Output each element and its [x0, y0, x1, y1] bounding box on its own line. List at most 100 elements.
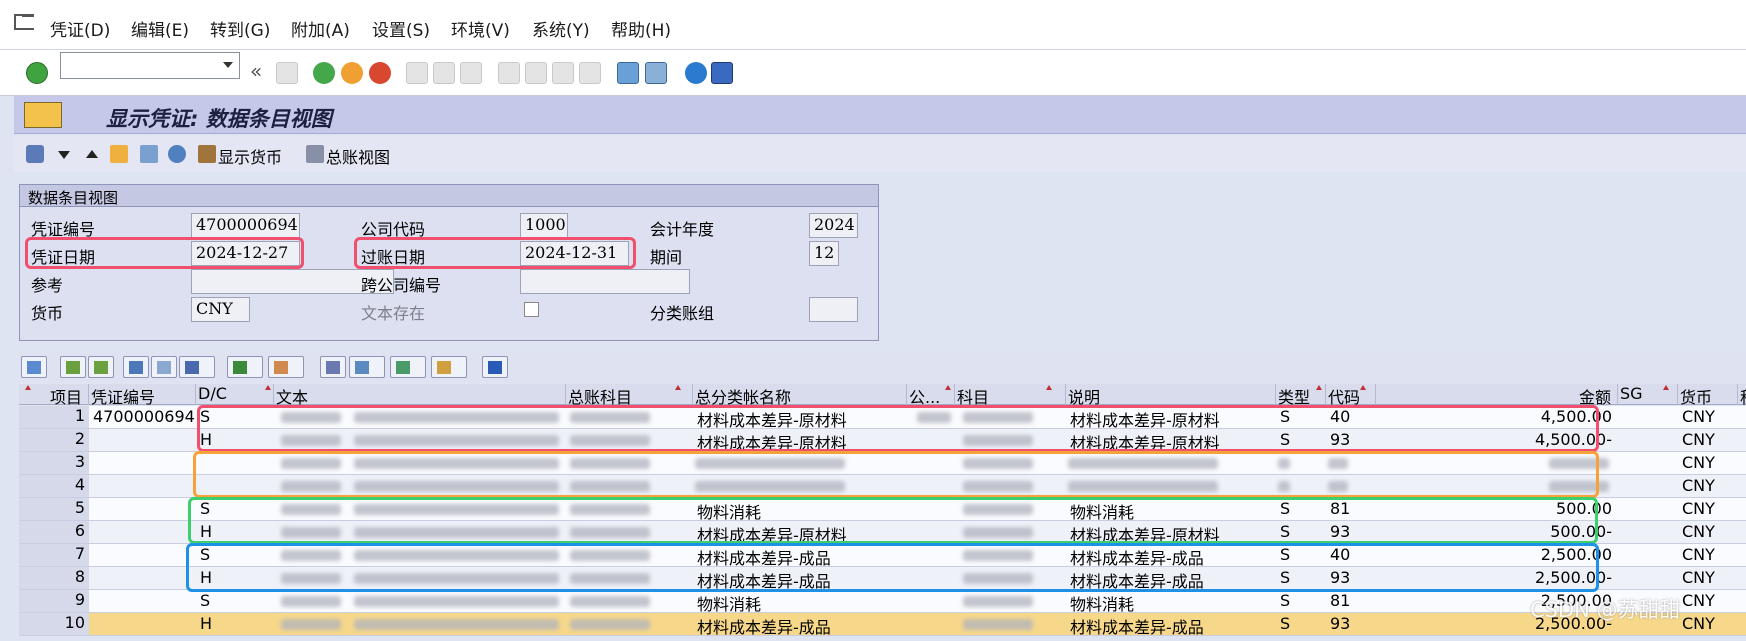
table-row[interactable]: 10 H 材料成本差异-成品 材料成本差异-成品 S 93 2,500.00- CNY: [19, 613, 1746, 636]
cell-dc: H: [200, 568, 213, 587]
fiscal-year-field[interactable]: 2024: [809, 213, 858, 238]
table-row[interactable]: 1 4700000694 S 材料成本差异-原材料 材料成本差异-原材料 S 40 4,500…: [19, 406, 1746, 429]
cross-company-label: 跨公司编号: [361, 276, 442, 295]
print-preview-button[interactable]: [320, 356, 346, 378]
menu-system[interactable]: 系统(Y): [532, 16, 590, 41]
ledger-group-label: 分类账组: [650, 304, 715, 323]
export-button[interactable]: [390, 356, 426, 378]
col-code[interactable]: 代码: [1326, 384, 1376, 405]
doc-date-field[interactable]: 2024-12-27: [191, 241, 300, 266]
table-row[interactable]: 3 CNY: [19, 452, 1746, 475]
cancel-icon[interactable]: [369, 62, 391, 84]
find-next-button[interactable]: [151, 356, 177, 378]
collapse-icon[interactable]: «: [250, 59, 262, 83]
sort-indicator-icon: [265, 385, 271, 390]
document-icon[interactable]: [24, 102, 62, 128]
enter-check-icon[interactable]: [26, 62, 48, 84]
table-row[interactable]: 9 S 物料消耗 物料消耗 S 81 2,500.00 CNY: [19, 590, 1746, 613]
redacted-text: [281, 412, 341, 423]
help-icon[interactable]: [685, 62, 707, 84]
menu-extras[interactable]: 附加(A): [291, 16, 350, 41]
find-button[interactable]: [123, 356, 149, 378]
sort-desc-button[interactable]: [88, 356, 114, 378]
col-text[interactable]: 文本: [274, 384, 566, 405]
save-icon: [276, 62, 298, 84]
back-icon[interactable]: [313, 62, 335, 84]
layout-menu-icon[interactable]: [711, 62, 733, 84]
menu-goto[interactable]: 转到(G): [210, 16, 270, 41]
table-row[interactable]: 7 S 材料成本差异-成品 材料成本差异-成品 S 40 2,500.00 CNY: [19, 544, 1746, 567]
col-gl-name-label: 总分类帐名称: [695, 388, 792, 405]
chevron-down-icon[interactable]: [223, 62, 233, 68]
table-row[interactable]: 6 H 材料成本差异-原材料 材料成本差异-原材料 S 93 500.00- CNY: [19, 521, 1746, 544]
redacted-text: [570, 527, 650, 538]
col-sg[interactable]: SG: [1618, 384, 1678, 405]
layout-button[interactable]: [431, 356, 467, 378]
company-code-label: 公司代码: [361, 220, 426, 239]
redacted-text: [570, 550, 650, 561]
info-button[interactable]: [482, 356, 508, 378]
currency-icon[interactable]: [198, 145, 216, 163]
redacted-text: [1068, 458, 1218, 469]
col-description[interactable]: 说明: [1066, 384, 1276, 405]
gl-view-icon[interactable]: [306, 145, 324, 163]
system-menu-icon[interactable]: [14, 14, 34, 30]
col-gl-name[interactable]: 总分类帐名称: [693, 384, 907, 405]
cell-dc: S: [200, 591, 211, 610]
col-doc-no[interactable]: 凭证编号: [89, 384, 196, 405]
col-currency[interactable]: 货币: [1678, 384, 1738, 405]
copy-icon[interactable]: [110, 145, 128, 163]
period-field[interactable]: 12: [809, 241, 839, 266]
col-dc[interactable]: D/C: [196, 384, 274, 405]
cell-gl_name: 材料成本差异-原材料: [697, 526, 847, 543]
ledger-group-field[interactable]: [809, 297, 858, 322]
redacted-text: [695, 481, 845, 492]
currency-field[interactable]: CNY: [191, 297, 250, 322]
cell-code: 81: [1330, 499, 1351, 518]
filter-button[interactable]: [179, 356, 215, 378]
menu-voucher[interactable]: 凭证(D): [50, 16, 110, 41]
shortcut-icon[interactable]: [645, 62, 667, 84]
col-amount[interactable]: 金额: [1376, 384, 1618, 405]
subtotal-button[interactable]: [268, 356, 304, 378]
info-icon: [488, 361, 502, 374]
new-session-icon[interactable]: [617, 62, 639, 84]
group-title: 数据条目视图: [20, 185, 878, 207]
menu-edit[interactable]: 编辑(E): [131, 16, 189, 41]
col-gl-account[interactable]: 总账科目: [566, 384, 693, 405]
table-row[interactable]: 2 H 材料成本差异-原材料 材料成本差异-原材料 S 93 4,500.00- CNY: [19, 429, 1746, 452]
next-arrow-icon[interactable]: [58, 151, 70, 159]
exit-icon[interactable]: [341, 62, 363, 84]
gl-view-button[interactable]: 总账视图: [326, 144, 390, 168]
previous-arrow-icon[interactable]: [86, 150, 98, 158]
details-button[interactable]: [21, 356, 47, 378]
menu-help[interactable]: 帮助(H): [611, 16, 671, 41]
menu-settings[interactable]: 设置(S): [372, 16, 430, 41]
cell-code: 93: [1330, 522, 1351, 541]
doc-no-field[interactable]: 4700000694: [191, 213, 300, 238]
table-row[interactable]: 5 S 物料消耗 物料消耗 S 81 500.00 CNY: [19, 498, 1746, 521]
table-row[interactable]: 8 H 材料成本差异-成品 材料成本差异-成品 S 93 2,500.00- CNY: [19, 567, 1746, 590]
redacted-text: [570, 619, 650, 630]
menu-environment[interactable]: 环境(V): [451, 16, 510, 41]
posting-date-field[interactable]: 2024-12-31: [520, 241, 629, 266]
sort-asc-button[interactable]: [60, 356, 86, 378]
command-field[interactable]: [60, 52, 240, 79]
cell-doc: 4700000694: [93, 407, 195, 426]
display-icon[interactable]: [140, 145, 158, 163]
views-button[interactable]: [349, 356, 385, 378]
redacted-text: [963, 596, 1033, 607]
change-display-icon[interactable]: [26, 145, 44, 163]
display-currency-button[interactable]: 显示货币: [218, 144, 282, 168]
col-tax[interactable]: 税: [1738, 384, 1746, 405]
cell-type: S: [1280, 407, 1291, 426]
company-code-field[interactable]: 1000: [520, 213, 568, 238]
cross-company-field[interactable]: [520, 269, 690, 294]
overview-icon[interactable]: [168, 145, 186, 163]
redacted-text: [570, 573, 650, 584]
total-button[interactable]: [227, 356, 263, 378]
table-row[interactable]: 4 CNY: [19, 475, 1746, 498]
col-tax-label: 税: [1740, 388, 1746, 405]
cell-item: 5: [19, 498, 89, 520]
cell-desc: 材料成本差异-成品: [1070, 572, 1204, 589]
